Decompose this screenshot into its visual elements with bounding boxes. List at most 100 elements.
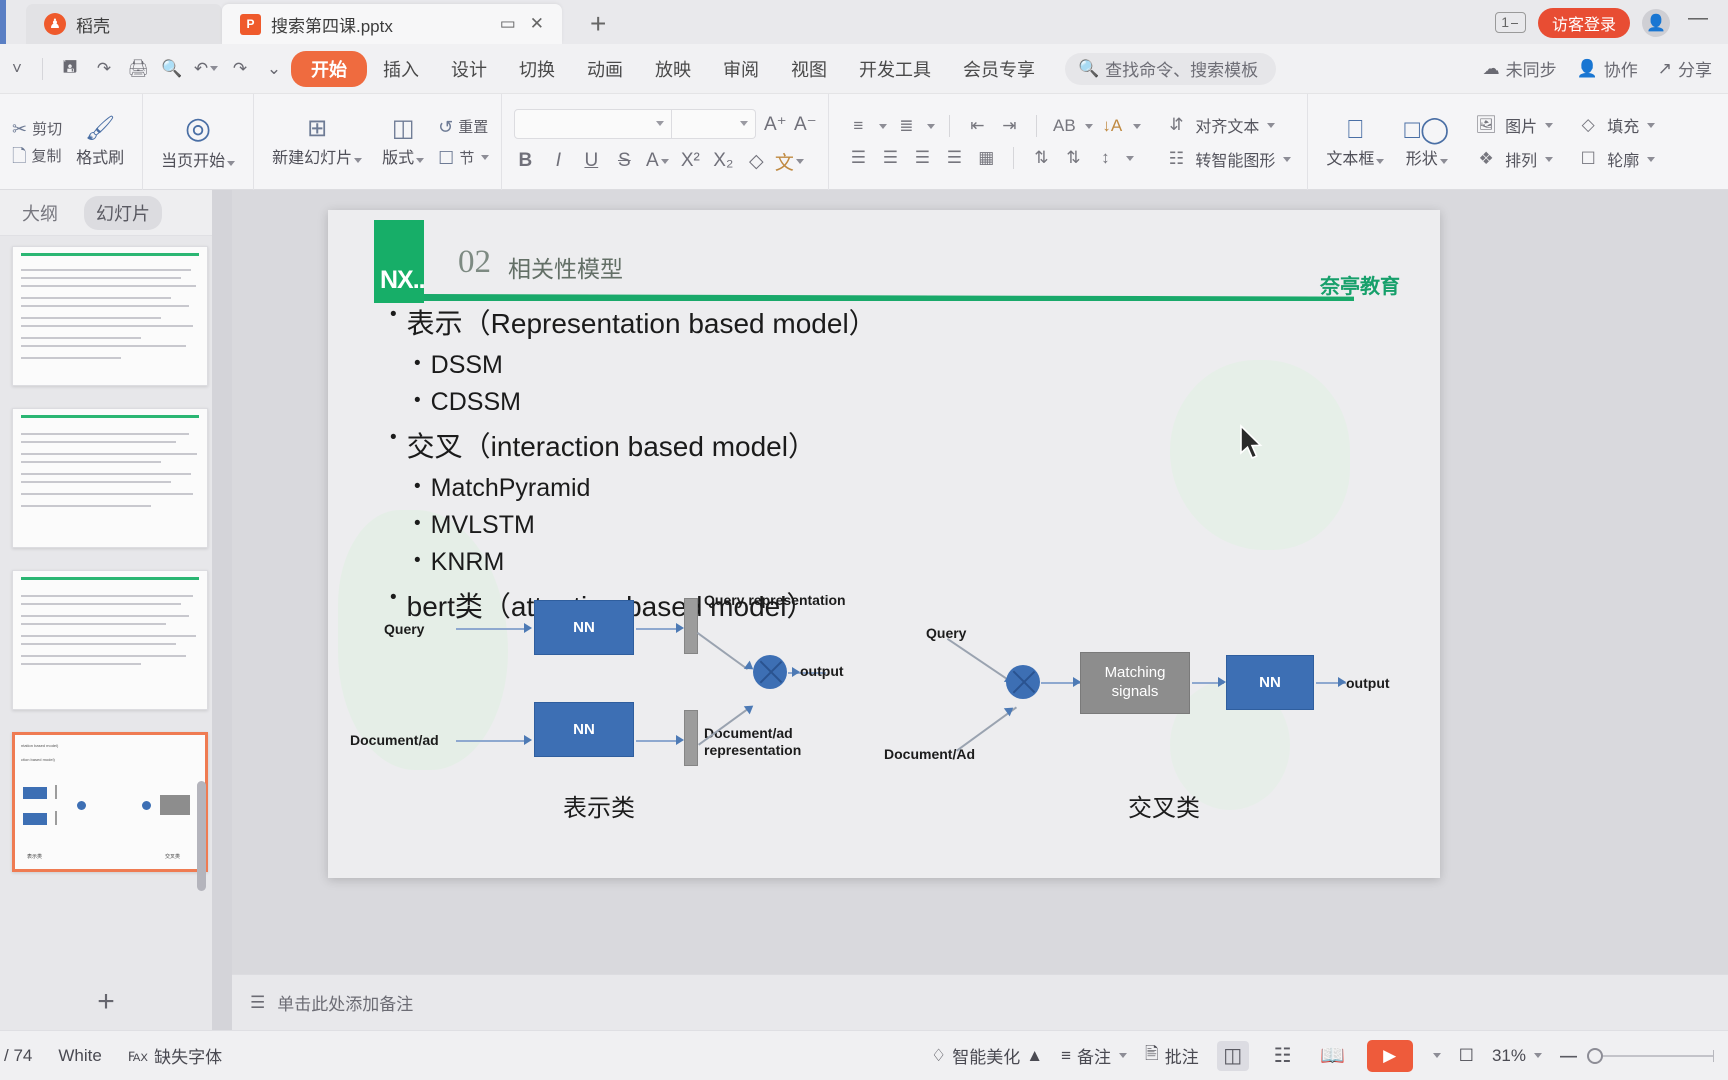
print-preview-icon[interactable]: 🔍: [155, 52, 189, 86]
notes-toggle-button[interactable]: ≡ 备注: [1061, 1043, 1128, 1068]
section-button[interactable]: ☐ 节: [438, 147, 490, 168]
close-tab-icon[interactable]: ✕: [530, 14, 544, 34]
ribbon-tab-animation[interactable]: 动画: [571, 52, 639, 86]
character-spacing-icon[interactable]: AB: [1051, 115, 1077, 137]
add-slide-button[interactable]: +: [0, 974, 212, 1030]
ribbon-tab-review[interactable]: 审阅: [707, 52, 775, 86]
decrease-indent-icon[interactable]: ⇤: [964, 115, 990, 137]
italic-button[interactable]: I: [543, 147, 573, 175]
new-slide-button[interactable]: ⊞ 新建幻灯片: [262, 116, 372, 168]
ribbon-tab-start[interactable]: 开始: [291, 50, 367, 87]
start-from-current-button[interactable]: ◎ 当页开始: [151, 113, 245, 171]
increase-paragraph-spacing-icon[interactable]: ⇅: [1028, 147, 1054, 169]
increase-indent-icon[interactable]: ⇥: [996, 115, 1022, 137]
reset-button[interactable]: ↺ 重置: [438, 116, 489, 137]
distribute-icon[interactable]: ▦: [973, 147, 999, 169]
numbered-list-icon[interactable]: ≣: [893, 115, 919, 137]
save-as-icon[interactable]: ↷: [87, 52, 121, 86]
superscript-button[interactable]: X²: [675, 147, 705, 175]
play-slideshow-button[interactable]: ▶: [1366, 1039, 1413, 1072]
collaborate-button[interactable]: 👤 协作: [1577, 56, 1638, 81]
text-direction-icon[interactable]: ↓A: [1099, 115, 1125, 137]
zoom-level[interactable]: 31%: [1492, 1046, 1542, 1066]
slide-canvas-area[interactable]: NX.. 02 相关性模型 奈亭教育 • 表示（Representation ba…: [232, 210, 1728, 974]
print-icon[interactable]: 🖨: [121, 52, 155, 86]
customize-qat-icon[interactable]: ⌄: [257, 52, 291, 86]
list-item[interactable]: [12, 408, 208, 548]
copy-button[interactable]: 🗋 复制: [12, 145, 62, 166]
share-button[interactable]: ↗ 分享: [1658, 56, 1712, 81]
window-count-badge[interactable]: 1 ⎯: [1495, 12, 1526, 33]
font-color-button[interactable]: A: [642, 147, 672, 175]
layout-button[interactable]: ◫ 版式: [372, 116, 434, 168]
reading-view-icon[interactable]: 📖: [1317, 1041, 1349, 1071]
align-center-icon[interactable]: ☰: [877, 147, 903, 169]
ribbon-tab-view[interactable]: 视图: [775, 52, 843, 86]
comment-button[interactable]: 🖹 批注: [1145, 1041, 1199, 1070]
model-architecture-diagram[interactable]: Query NN Query representation Document/a…: [328, 560, 1440, 860]
save-icon[interactable]: 🖪: [53, 52, 87, 86]
zoom-out-button[interactable]: —: [1560, 1046, 1577, 1066]
fit-to-window-button[interactable]: ☐: [1459, 1046, 1474, 1066]
font-size-input[interactable]: [672, 109, 757, 139]
search-input[interactable]: 🔍 查找命令、搜索模板: [1065, 52, 1277, 85]
panel-tab-outline[interactable]: 大纲: [10, 196, 70, 230]
slide-sorter-icon[interactable]: ☷: [1267, 1041, 1299, 1071]
undo-icon[interactable]: ↶: [189, 52, 223, 86]
strikethrough-button[interactable]: S: [609, 147, 639, 175]
format-painter-button[interactable]: 🖌 格式刷: [66, 116, 134, 168]
subscript-button[interactable]: X₂: [708, 147, 738, 175]
guest-login-button[interactable]: 访客登录: [1537, 7, 1630, 38]
bold-button[interactable]: B: [510, 147, 540, 175]
shape-button[interactable]: □◯ 形状: [1394, 116, 1459, 169]
decrease-paragraph-spacing-icon[interactable]: ⇅: [1060, 147, 1086, 169]
align-justify-icon[interactable]: ☰: [941, 147, 967, 169]
panel-divider[interactable]: [212, 190, 232, 1030]
align-text-button[interactable]: ⇵ 对齐文本: [1163, 113, 1291, 137]
picture-button[interactable]: 🖼 图片: [1473, 113, 1554, 137]
theme-label[interactable]: White: [58, 1046, 101, 1066]
decrease-font-size-button[interactable]: A⁻: [790, 110, 820, 138]
list-item[interactable]: [12, 246, 208, 386]
slide-editor[interactable]: NX.. 02 相关性模型 奈亭教育 • 表示（Representation ba…: [328, 210, 1440, 878]
redo-icon[interactable]: ↷: [223, 52, 257, 86]
convert-smartart-button[interactable]: ☷ 转智能图形: [1163, 147, 1292, 171]
qat-expand-icon[interactable]: ˅: [0, 52, 34, 86]
textbox-button[interactable]: ⎕ 文本框: [1316, 116, 1394, 169]
new-tab-button[interactable]: +: [578, 8, 618, 44]
zoom-slider[interactable]: —: [1560, 1046, 1714, 1066]
sync-status-button[interactable]: ☁ 未同步: [1483, 56, 1557, 81]
clear-formatting-button[interactable]: ◇: [741, 147, 771, 175]
panel-scrollbar[interactable]: [197, 781, 206, 891]
slide-thumbnail-list[interactable]: ntation based model) ction based model) …: [0, 236, 212, 974]
phonetic-guide-button[interactable]: 文: [774, 147, 804, 175]
outline-button[interactable]: ☐ 轮廓: [1575, 147, 1656, 171]
fill-button[interactable]: ◇ 填充: [1575, 113, 1656, 137]
cut-button[interactable]: ✂ 剪切: [12, 118, 62, 139]
arrange-button[interactable]: ❖ 排列: [1473, 147, 1554, 171]
ribbon-tab-member[interactable]: 会员专享: [947, 52, 1051, 86]
tab-presentation-file[interactable]: P 搜索第四课.pptx ▭ ✕: [222, 4, 562, 44]
font-name-input[interactable]: [514, 109, 673, 139]
tab-docer[interactable]: ♟ 稻壳: [26, 4, 222, 44]
avatar[interactable]: 👤: [1642, 8, 1670, 37]
ribbon-tab-insert[interactable]: 插入: [367, 52, 435, 86]
list-item[interactable]: [12, 570, 208, 710]
panel-tab-slides[interactable]: 幻灯片: [84, 195, 162, 230]
restore-tab-icon[interactable]: ▭: [500, 14, 516, 34]
normal-view-icon[interactable]: ◫: [1216, 1040, 1249, 1071]
zoom-slider-knob[interactable]: [1587, 1047, 1603, 1064]
underline-button[interactable]: U: [576, 147, 606, 175]
notes-pane[interactable]: ☰ 单击此处添加备注: [232, 974, 1728, 1030]
smart-beautify-button[interactable]: ♢ 智能美化 ▲: [931, 1043, 1043, 1068]
list-item-selected[interactable]: ntation based model) ction based model) …: [12, 732, 208, 872]
ribbon-tab-developer[interactable]: 开发工具: [843, 52, 947, 86]
align-left-icon[interactable]: ☰: [845, 147, 871, 169]
missing-font-button[interactable]: ℻ 缺失字体: [128, 1043, 222, 1068]
ribbon-tab-slideshow[interactable]: 放映: [639, 52, 707, 86]
ribbon-tab-transition[interactable]: 切换: [503, 52, 571, 86]
line-spacing-icon[interactable]: ↕: [1092, 147, 1118, 169]
align-right-icon[interactable]: ☰: [909, 147, 935, 169]
bullet-list-icon[interactable]: ≡: [845, 115, 871, 137]
increase-font-size-button[interactable]: A⁺: [760, 110, 790, 138]
